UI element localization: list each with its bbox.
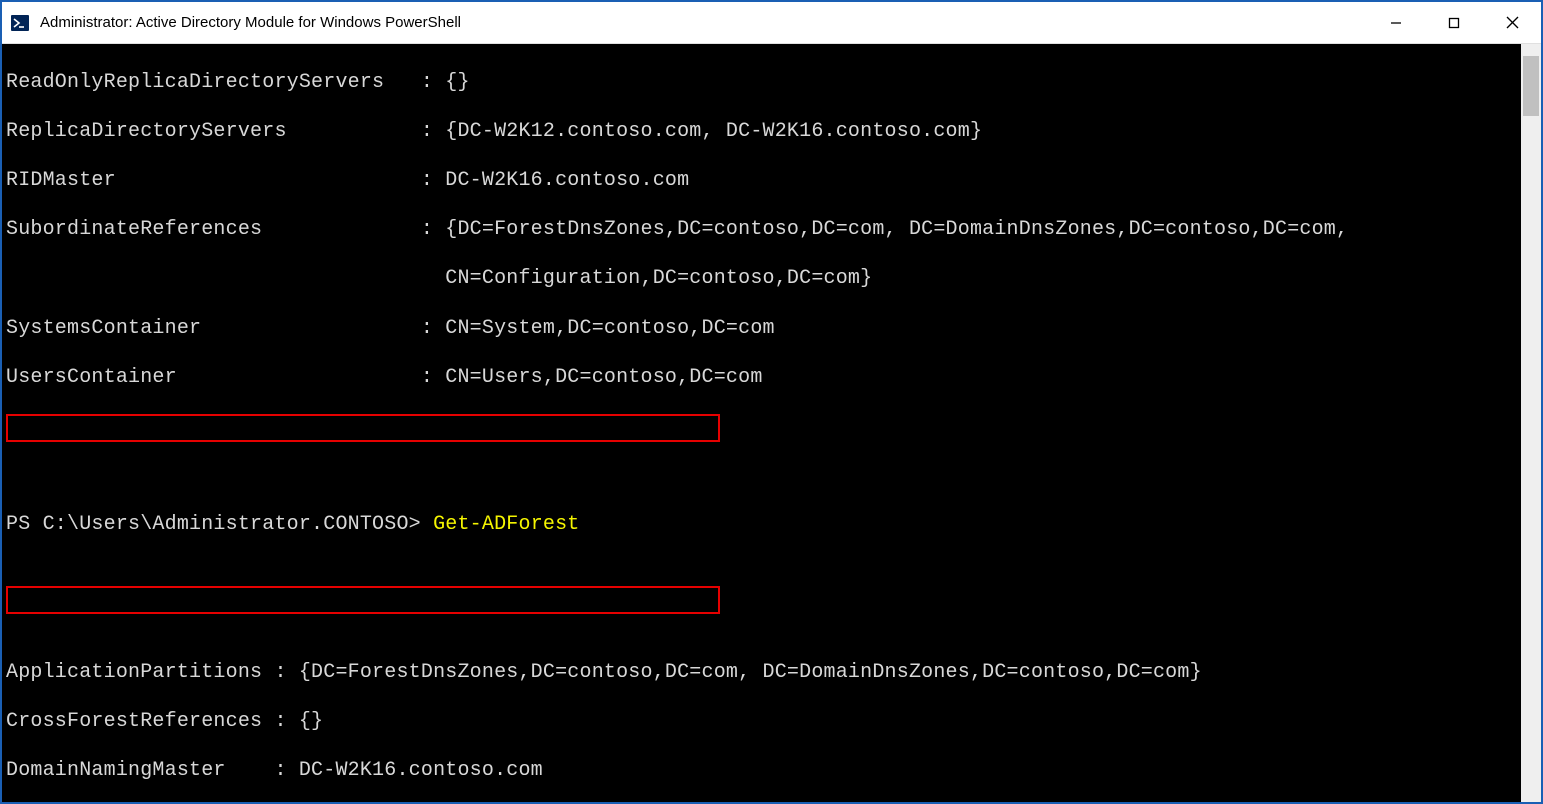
command-text: Get-ADForest	[433, 513, 579, 536]
window-title: Administrator: Active Directory Module f…	[40, 14, 1367, 31]
scrollbar-thumb[interactable]	[1523, 56, 1539, 116]
output-line: ReplicaDirectoryServers : {DC-W2K12.cont…	[6, 120, 1521, 145]
blank-line	[6, 612, 1521, 637]
terminal[interactable]: ReadOnlyReplicaDirectoryServers : {} Rep…	[2, 44, 1521, 802]
highlight-box-schema-master	[6, 586, 720, 614]
blank-line	[6, 464, 1521, 489]
output-line: SystemsContainer : CN=System,DC=contoso,…	[6, 317, 1521, 342]
output-line: ApplicationPartitions : {DC=ForestDnsZon…	[6, 661, 1521, 686]
minimize-button[interactable]	[1367, 2, 1425, 43]
maximize-button[interactable]	[1425, 2, 1483, 43]
window-controls	[1367, 2, 1541, 43]
titlebar[interactable]: Administrator: Active Directory Module f…	[2, 2, 1541, 44]
output-line: ReadOnlyReplicaDirectoryServers : {}	[6, 71, 1521, 96]
output-line: SubordinateReferences : {DC=ForestDnsZon…	[6, 218, 1521, 243]
output-line: UsersContainer : CN=Users,DC=contoso,DC=…	[6, 366, 1521, 391]
vertical-scrollbar[interactable]	[1521, 44, 1541, 802]
close-button[interactable]	[1483, 2, 1541, 43]
powershell-icon	[10, 13, 30, 33]
output-line: RIDMaster : DC-W2K16.contoso.com	[6, 169, 1521, 194]
output-line: CN=Configuration,DC=contoso,DC=com}	[6, 267, 1521, 292]
blank-line	[6, 562, 1521, 587]
prompt-line: PS C:\Users\Administrator.CONTOSO> Get-A…	[6, 513, 1521, 538]
prompt-text: PS C:\Users\Administrator.CONTOSO>	[6, 513, 421, 536]
terminal-area: ReadOnlyReplicaDirectoryServers : {} Rep…	[2, 44, 1541, 802]
output-line: CrossForestReferences : {}	[6, 710, 1521, 735]
blank-line	[6, 415, 1521, 440]
output-line: DomainNamingMaster : DC-W2K16.contoso.co…	[6, 759, 1521, 784]
powershell-window: Administrator: Active Directory Module f…	[0, 0, 1543, 804]
